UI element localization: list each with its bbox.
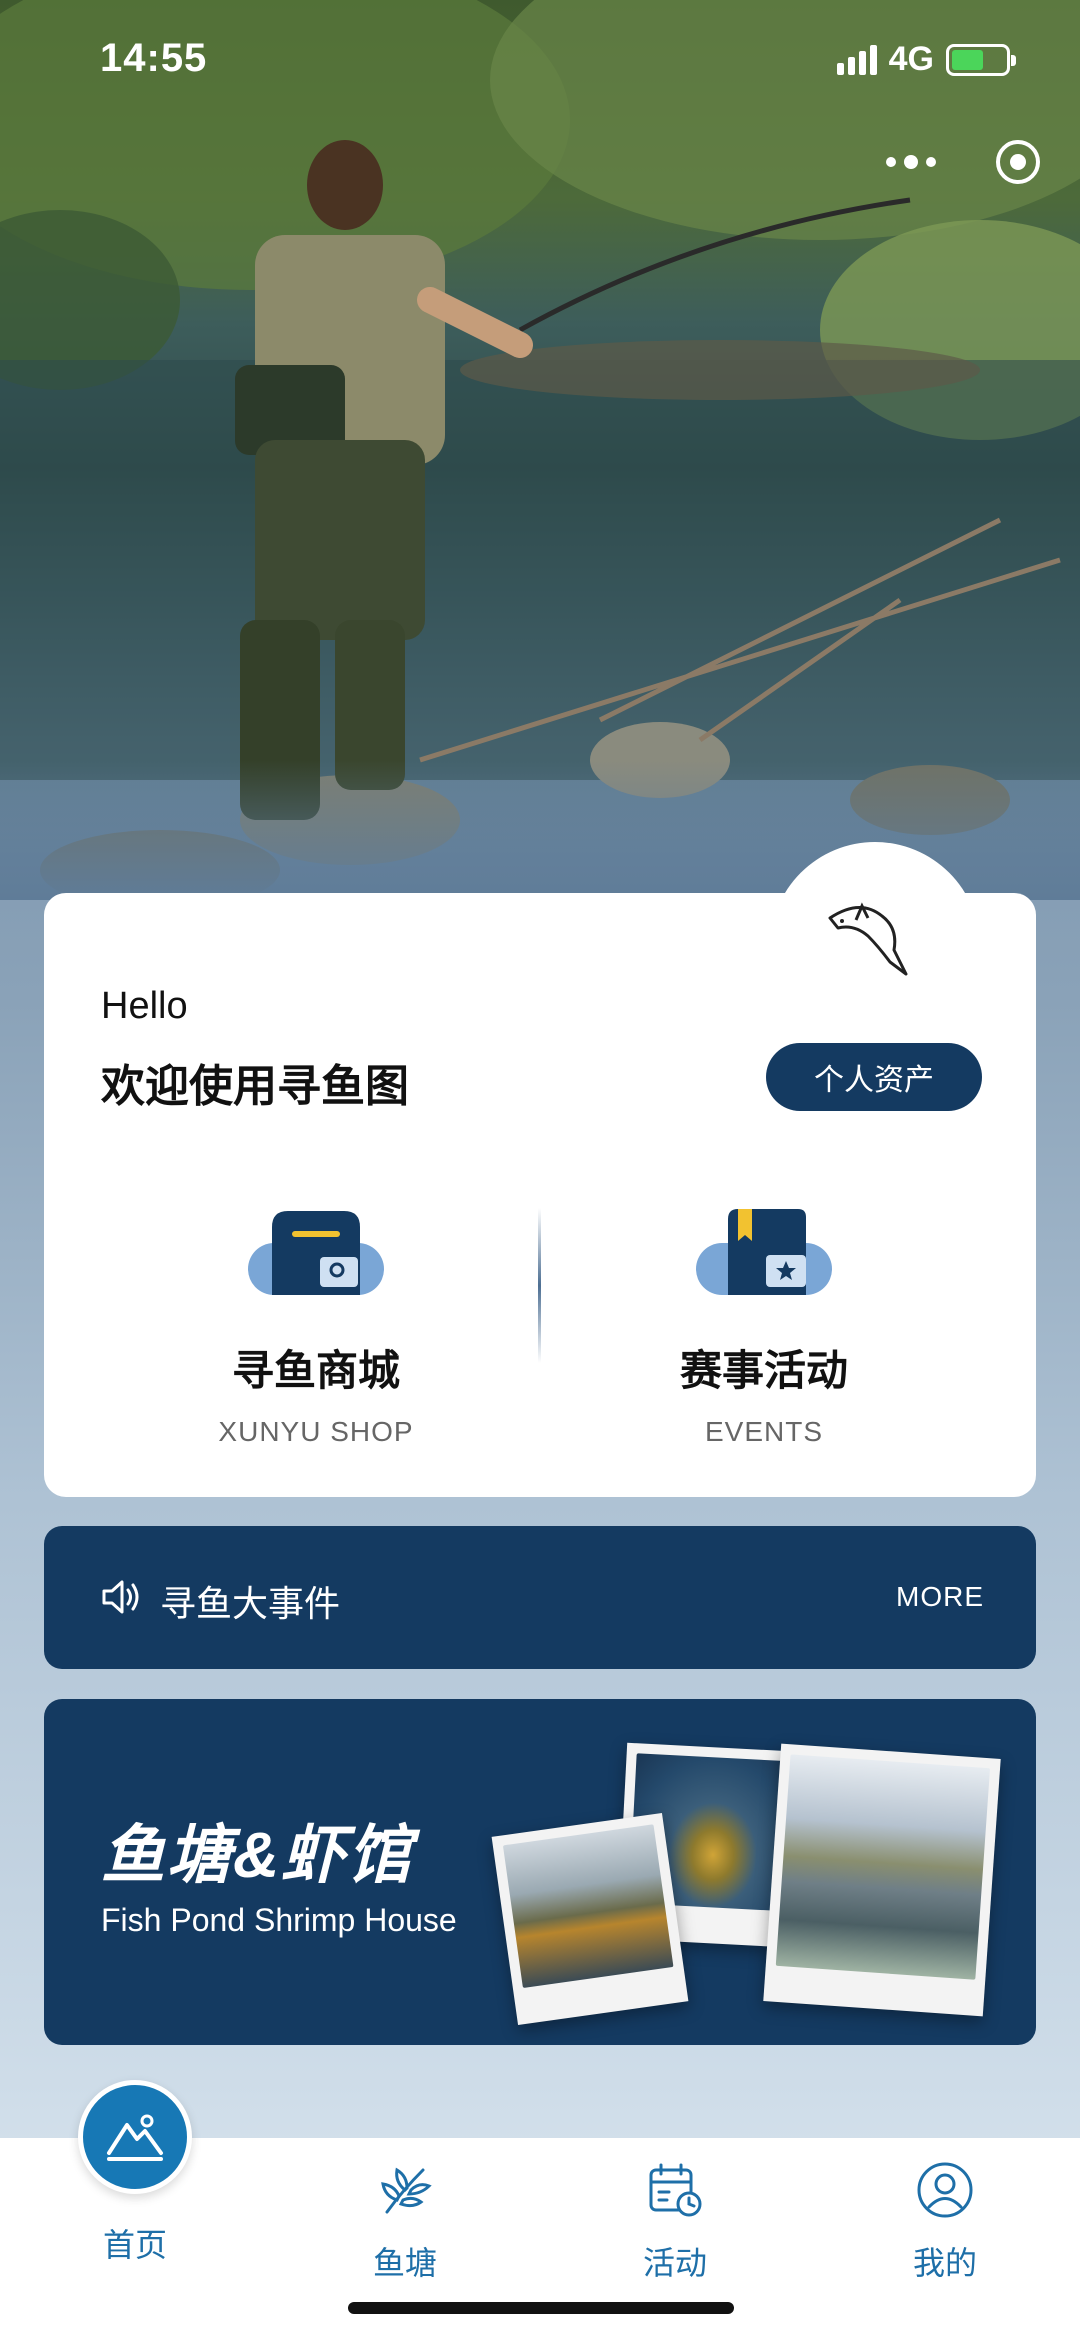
tab-mine[interactable]: 我的 (855, 2160, 1035, 2284)
personal-assets-button[interactable]: 个人资产 (766, 1043, 982, 1111)
calendar-clock-icon (649, 2163, 702, 2217)
feature-divider (538, 1208, 541, 1363)
mini-program-capsule (886, 140, 1040, 184)
tab-activities-label: 活动 (642, 2245, 707, 2281)
fish-pond-banner[interactable]: 鱼塘&虾馆 Fish Pond Shrimp House (44, 1699, 1036, 2045)
battery-charging-icon (946, 43, 1016, 76)
close-target-icon[interactable] (996, 140, 1040, 184)
signal-icon (836, 44, 877, 75)
speaker-icon (102, 1580, 139, 1614)
news-bar[interactable]: 寻鱼大事件 MORE (44, 1526, 1036, 1669)
banner-photo-bass (763, 1743, 1001, 2017)
status-right: 4G (836, 40, 1016, 79)
tab-activities[interactable]: 活动 (585, 2160, 765, 2284)
banner-photo-angler (491, 1812, 689, 2026)
shop-entry[interactable]: 寻鱼商城 XUNYU SHOP (166, 1205, 466, 1448)
tab-pond-label: 鱼塘 (372, 2245, 437, 2281)
greeting-text: Hello (101, 985, 188, 1027)
events-entry[interactable]: 赛事活动 EVENTS (614, 1205, 914, 1448)
events-title: 赛事活动 (679, 1347, 848, 1394)
more-dots-icon[interactable] (886, 155, 936, 169)
tab-pond[interactable]: 鱼塘 (315, 2160, 495, 2284)
leaf-icon (381, 2167, 432, 2214)
banner-title: 鱼塘&虾馆 (101, 1819, 414, 1891)
home-indicator (348, 2302, 734, 2314)
shop-subtitle: XUNYU SHOP (218, 1416, 414, 1447)
tab-home[interactable]: 首页 (45, 2220, 225, 2266)
mountain-home-icon (107, 2114, 163, 2161)
dolphin-icon (828, 902, 908, 976)
shop-icon (248, 1205, 384, 1295)
shop-title: 寻鱼商城 (231, 1347, 400, 1394)
news-more-link[interactable]: MORE (896, 1581, 984, 1613)
welcome-title: 欢迎使用寻鱼图 (101, 1062, 409, 1111)
home-tab-button[interactable] (78, 2080, 192, 2194)
hero-photo (0, 0, 1080, 900)
events-subtitle: EVENTS (704, 1416, 824, 1447)
tab-mine-label: 我的 (912, 2245, 977, 2281)
status-time: 14:55 (100, 36, 208, 80)
banner-subtitle: Fish Pond Shrimp House (101, 1902, 457, 1938)
tab-home-label: 首页 (102, 2227, 167, 2263)
user-icon (917, 2162, 973, 2218)
news-label: 寻鱼大事件 (160, 1583, 341, 1624)
events-icon (696, 1205, 832, 1295)
network-type: 4G (888, 40, 934, 78)
